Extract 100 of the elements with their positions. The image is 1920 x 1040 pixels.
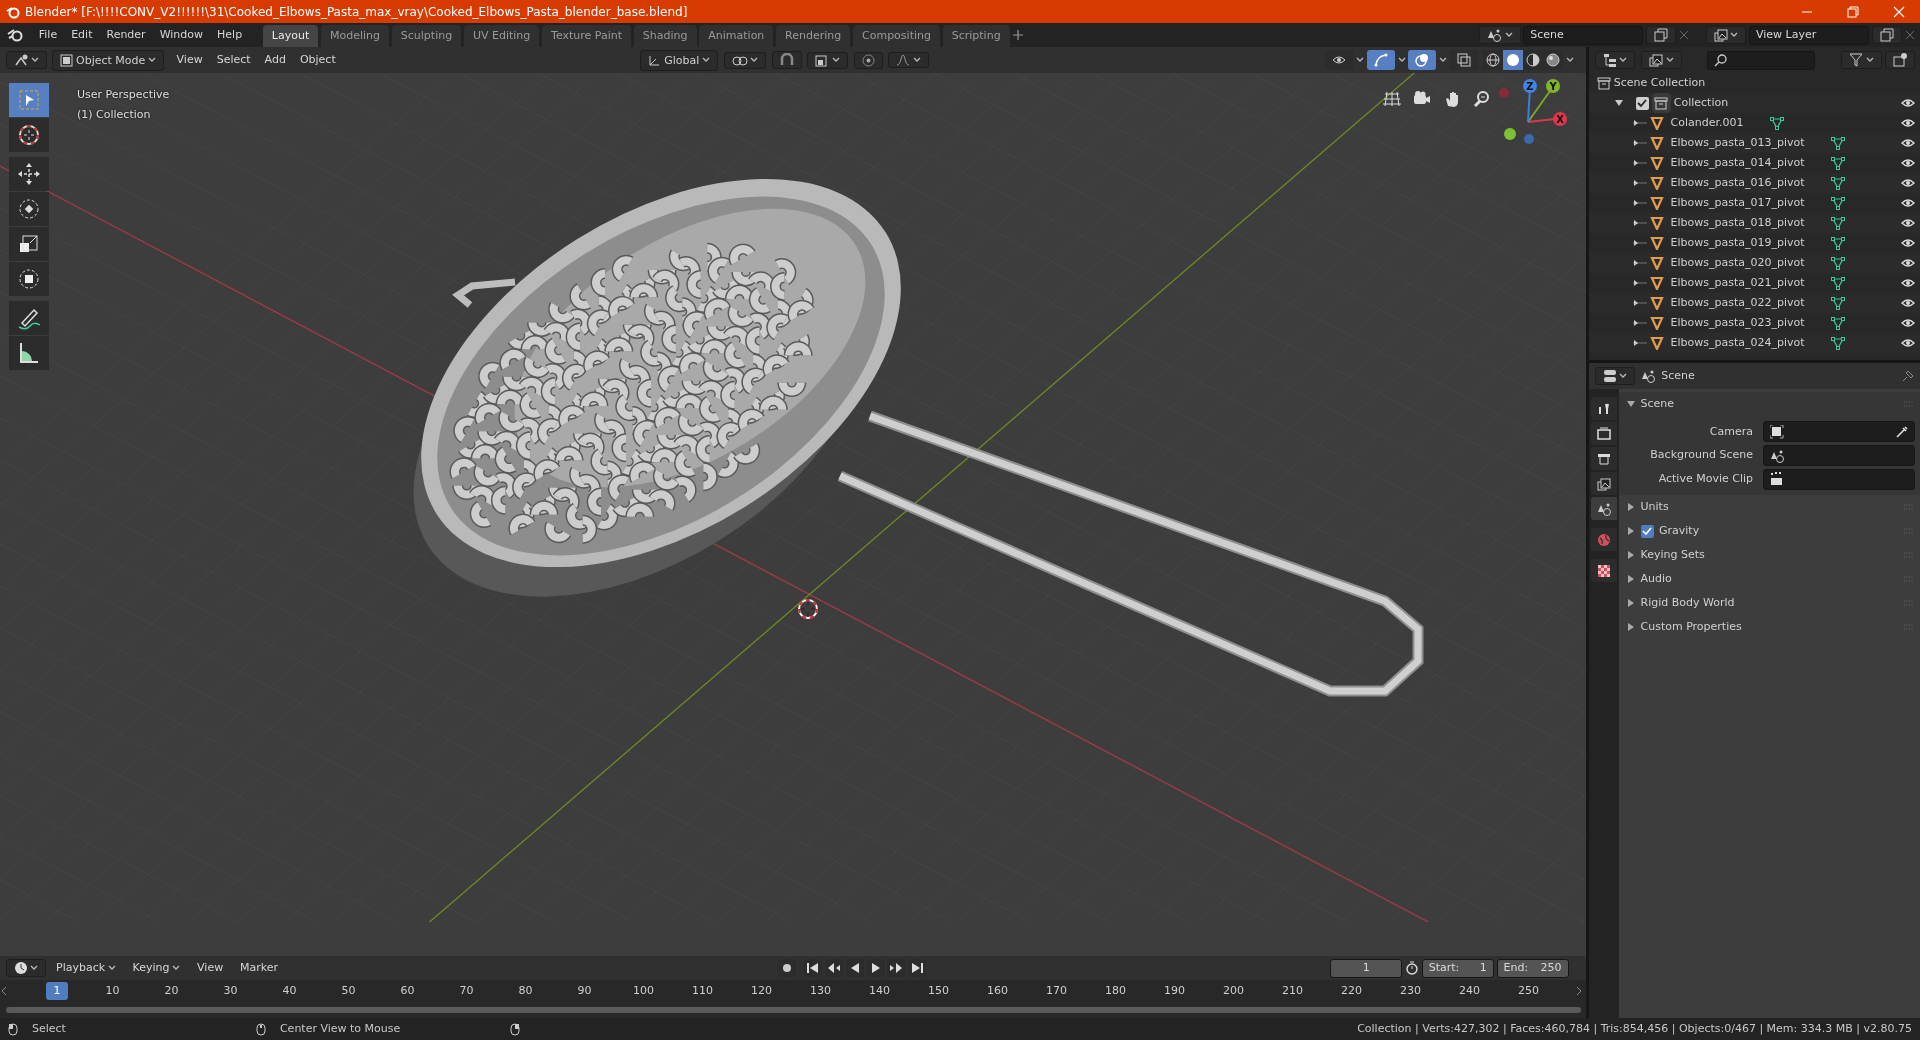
mesh-data-icon[interactable] bbox=[1831, 156, 1846, 170]
tree-item-label[interactable]: Elbows_pasta_023_pivot bbox=[1670, 314, 1805, 332]
mode-dropdown[interactable]: Object Mode bbox=[52, 49, 165, 71]
eye-icon[interactable] bbox=[1900, 258, 1915, 268]
drag-handle-icon[interactable] bbox=[1904, 400, 1914, 407]
expand-arrow-icon[interactable] bbox=[1633, 119, 1647, 127]
scale-tool[interactable] bbox=[9, 227, 49, 261]
tool-settings-tab[interactable] bbox=[1591, 397, 1617, 420]
expand-arrow-icon[interactable] bbox=[1627, 623, 1635, 632]
mesh-data-icon[interactable] bbox=[1831, 196, 1846, 210]
restore-icon[interactable] bbox=[1846, 5, 1859, 18]
workspace-tab[interactable]: Shading bbox=[633, 24, 697, 47]
menu-item[interactable]: Window bbox=[152, 25, 211, 45]
eye-icon[interactable] bbox=[1900, 278, 1915, 288]
visibility-toggle[interactable] bbox=[1325, 50, 1354, 70]
menu-item[interactable]: Keying bbox=[125, 958, 188, 978]
menu-item[interactable]: Object bbox=[292, 50, 343, 70]
workspace-tab[interactable]: Animation bbox=[699, 24, 774, 47]
view-layer-filter-button[interactable] bbox=[1640, 51, 1682, 69]
start-frame-field[interactable]: Start: 1 bbox=[1421, 958, 1494, 978]
scroll-left-icon[interactable] bbox=[0, 986, 8, 996]
display-mode-button[interactable] bbox=[1594, 51, 1636, 69]
negative-y-axis-handle[interactable] bbox=[1504, 128, 1516, 140]
add-workspace-icon[interactable] bbox=[1012, 29, 1025, 41]
mesh-data-icon[interactable] bbox=[1770, 116, 1785, 130]
x-axis-handle[interactable]: X bbox=[1553, 112, 1567, 126]
workspace-tab[interactable]: Texture Paint bbox=[542, 24, 632, 47]
tree-item-label[interactable]: Elbows_pasta_018_pivot bbox=[1670, 214, 1805, 232]
eye-icon[interactable] bbox=[1900, 198, 1915, 208]
previous-keyframe-button[interactable] bbox=[825, 959, 844, 977]
render-tab[interactable] bbox=[1591, 422, 1617, 445]
expand-arrow-icon[interactable] bbox=[1615, 99, 1623, 107]
world-tab[interactable] bbox=[1591, 528, 1617, 551]
eye-icon[interactable] bbox=[1900, 318, 1915, 328]
play-button[interactable] bbox=[866, 959, 885, 977]
falloff-button[interactable] bbox=[888, 52, 929, 68]
output-tab[interactable] bbox=[1591, 447, 1617, 470]
panel-header[interactable]: Keying Sets bbox=[1640, 547, 1705, 564]
tree-item-label[interactable]: Elbows_pasta_021_pivot bbox=[1670, 274, 1805, 292]
tree-item-label[interactable]: Elbows_pasta_014_pivot bbox=[1670, 154, 1805, 172]
expand-arrow-icon[interactable] bbox=[1633, 159, 1647, 167]
menu-item[interactable]: File bbox=[31, 25, 65, 45]
panel-header[interactable]: Custom Properties bbox=[1640, 619, 1742, 636]
panel-header[interactable]: Audio bbox=[1640, 571, 1672, 588]
eye-icon[interactable] bbox=[1900, 338, 1915, 348]
texture-tab[interactable] bbox=[1591, 559, 1617, 582]
grid-icon[interactable] bbox=[1383, 90, 1401, 108]
expand-arrow-icon[interactable] bbox=[1633, 139, 1647, 147]
cursor-tool[interactable] bbox=[9, 118, 49, 152]
background-scene-field[interactable] bbox=[1763, 445, 1915, 466]
expand-arrow-icon[interactable] bbox=[1627, 527, 1635, 536]
move-tool[interactable] bbox=[9, 157, 49, 191]
eye-icon[interactable] bbox=[1900, 218, 1915, 228]
expand-arrow-icon[interactable] bbox=[1627, 599, 1635, 608]
tree-item-label[interactable]: Elbows_pasta_022_pivot bbox=[1670, 294, 1805, 312]
z-axis-handle[interactable]: Z bbox=[1523, 79, 1537, 93]
y-axis-handle[interactable]: Y bbox=[1546, 79, 1560, 93]
expand-arrow-icon[interactable] bbox=[1633, 239, 1647, 247]
eye-icon[interactable] bbox=[1900, 158, 1915, 168]
expand-arrow-icon[interactable] bbox=[1633, 199, 1647, 207]
shading-mode-button[interactable] bbox=[1503, 50, 1524, 70]
workspace-tab[interactable]: Scripting bbox=[942, 24, 1010, 47]
mesh-data-icon[interactable] bbox=[1831, 336, 1846, 350]
shading-mode-button[interactable] bbox=[1483, 50, 1504, 70]
mesh-data-icon[interactable] bbox=[1831, 176, 1846, 190]
scroll-right-icon[interactable] bbox=[1575, 985, 1584, 996]
expand-arrow-icon[interactable] bbox=[1633, 279, 1647, 287]
eye-icon[interactable] bbox=[1900, 138, 1915, 148]
measure-tool[interactable] bbox=[9, 336, 49, 370]
tree-item-label[interactable]: Elbows_pasta_013_pivot bbox=[1670, 134, 1805, 152]
view-layer-tab[interactable] bbox=[1591, 472, 1617, 495]
editor-type-button[interactable] bbox=[5, 959, 47, 977]
workspace-tab[interactable]: Compositing bbox=[853, 24, 940, 47]
editor-type-button[interactable] bbox=[1594, 367, 1636, 385]
expand-arrow-icon[interactable] bbox=[1633, 299, 1647, 307]
mesh-data-icon[interactable] bbox=[1831, 296, 1846, 310]
tree-item-label[interactable]: Elbows_pasta_019_pivot bbox=[1670, 234, 1805, 252]
pivot-point-button[interactable] bbox=[723, 51, 767, 69]
zoom-icon[interactable] bbox=[1473, 90, 1491, 108]
jump-to-end-button[interactable] bbox=[908, 959, 927, 977]
transform-tool[interactable] bbox=[9, 262, 49, 296]
workspace-tab[interactable]: Sculpting bbox=[391, 24, 462, 47]
expand-arrow-icon[interactable] bbox=[1633, 259, 1647, 267]
expand-arrow-icon[interactable] bbox=[1627, 399, 1635, 408]
eye-icon[interactable] bbox=[1900, 178, 1915, 188]
tree-item-label[interactable]: Elbows_pasta_020_pivot bbox=[1670, 254, 1805, 272]
movie-clip-field[interactable] bbox=[1763, 468, 1915, 490]
record-button[interactable] bbox=[777, 959, 796, 977]
workspace-tab[interactable]: Rendering bbox=[776, 24, 851, 47]
mesh-data-icon[interactable] bbox=[1831, 236, 1846, 250]
menu-item[interactable]: Edit bbox=[64, 25, 100, 45]
menu-item[interactable]: Marker bbox=[232, 958, 285, 978]
menu-item[interactable]: Render bbox=[99, 25, 153, 45]
negative-z-axis-handle[interactable] bbox=[1524, 134, 1534, 144]
close-icon[interactable] bbox=[1678, 30, 1689, 40]
jump-to-start-button[interactable] bbox=[804, 959, 823, 977]
snap-button[interactable] bbox=[771, 51, 802, 69]
menu-item[interactable]: View bbox=[169, 50, 210, 70]
tree-item-label[interactable]: Elbows_pasta_017_pivot bbox=[1670, 194, 1805, 212]
expand-arrow-icon[interactable] bbox=[1627, 575, 1635, 584]
